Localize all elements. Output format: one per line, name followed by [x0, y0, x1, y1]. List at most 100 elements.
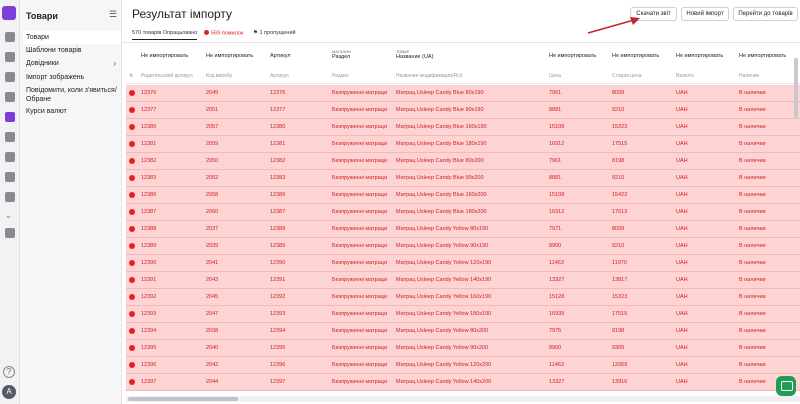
table-cell: Матрац Usleep Candy Yellow 160x190 — [396, 294, 492, 300]
sidebar-item-product-templates[interactable]: Шаблони товарів — [26, 46, 120, 55]
chevron-down-icon[interactable]: ⌄ — [5, 211, 12, 220]
column-header[interactable]: ТОВАР Название (UA) — [396, 49, 433, 60]
table-cell: 2039 — [206, 243, 219, 249]
tag-icon[interactable] — [5, 112, 15, 122]
table-cell: UAH — [676, 362, 688, 368]
table-cell: 13817 — [612, 277, 628, 283]
table-cell: Безпружинні матраци — [332, 311, 388, 317]
table-cell: 12394 — [141, 328, 157, 334]
help-icon[interactable]: ? — [3, 366, 15, 378]
logo-icon[interactable] — [2, 6, 16, 20]
table-row[interactable]: 12386 2058 12386 Безпружинні матраци Матрац … — [126, 187, 800, 204]
table-row[interactable]: 12389 2039 12389 Безпружинні матраци Матрац … — [126, 238, 800, 255]
table-cell: 7975 — [549, 328, 562, 334]
table-cell: 12388 — [141, 226, 157, 232]
table-cell: 2051 — [206, 107, 219, 113]
chat-icon[interactable] — [776, 376, 796, 396]
column-header[interactable]: Не импортировать — [739, 53, 786, 59]
scroll-thumb[interactable] — [128, 397, 238, 401]
table-cell: Безпружинні матраци — [332, 294, 388, 300]
table-row[interactable]: 12380 2057 12380 Безпружинні матраци Матрац … — [126, 119, 800, 136]
table-cell: 15323 — [612, 294, 628, 300]
table-row[interactable]: 12393 2047 12393 Безпружинні матраци Матрац … — [126, 306, 800, 323]
sidebar-item-currency-rates[interactable]: Курси валют — [26, 107, 120, 116]
store-icon[interactable] — [5, 192, 15, 202]
table-cell: Матрац Usleep Candy Blue 90x200 — [396, 175, 484, 181]
sidebar-item-image-import[interactable]: Імпорт зображень — [26, 73, 120, 82]
menu-icon[interactable]: ☰ — [109, 9, 117, 20]
table-row[interactable]: 12391 2043 12391 Безпружинні матраци Матрац … — [126, 272, 800, 289]
table-row[interactable]: 12390 2041 12390 Безпружинні матраци Матрац … — [126, 255, 800, 272]
vertical-scrollbar[interactable] — [794, 58, 798, 118]
sidebar-item-notify-favorites[interactable]: Повідомити, коли з'явиться/ Обране — [26, 86, 120, 104]
table-cell: 12387 — [270, 209, 286, 215]
table-row[interactable]: 12396 2042 12396 Безпружинні матраци Матрац … — [126, 357, 800, 374]
table-cell: 12386 — [270, 192, 286, 198]
table-cell: В наличии — [739, 362, 766, 368]
sidebar-item-products[interactable]: Товари — [23, 31, 121, 44]
sidebar-item-directories[interactable]: Довідники › — [26, 59, 120, 68]
table-row[interactable]: 12392 2045 12392 Безпружинні матраци Матрац … — [126, 289, 800, 306]
go-to-products-button[interactable]: Перейти до товарів — [733, 7, 798, 21]
table-row[interactable]: 12388 2037 12388 Безпружинні матраци Матрац … — [126, 221, 800, 238]
table-cell: В наличии — [739, 90, 766, 96]
catalog-icon[interactable] — [5, 72, 15, 82]
table-row[interactable]: 12377 2051 12377 Безпружинні матраци Матрац … — [126, 102, 800, 119]
table-cell: UAH — [676, 328, 688, 334]
tab-processed[interactable]: 570 товарів Опрацьовано — [132, 30, 198, 40]
table-cell: 7961 — [549, 90, 562, 96]
error-icon — [129, 107, 135, 113]
table-cell: 2040 — [206, 345, 219, 351]
table-cell: 2060 — [206, 209, 219, 215]
table-cell: 11970 — [612, 260, 627, 266]
column-header[interactable]: Артикул — [270, 53, 291, 59]
table-cell: Матрац Usleep Candy Yellow 140x190 — [396, 277, 492, 283]
sort-icon[interactable]: ⇅ — [129, 73, 133, 79]
table-row[interactable]: 12395 2040 12395 Безпружинні матраци Матрац … — [126, 340, 800, 357]
table-cell: 12376 — [141, 90, 157, 96]
new-import-button[interactable]: Новий імпорт — [681, 7, 729, 21]
table-cell: 2050 — [206, 158, 219, 164]
home-icon[interactable] — [5, 32, 15, 42]
column-header[interactable]: Не импортировать — [612, 53, 659, 59]
import-result-table: Не импортировать Не импортировать Артикул М… — [126, 44, 800, 396]
table-cell: Безпружинні матраци — [332, 226, 388, 232]
table-row[interactable]: 12382 2050 12382 Безпружинні матраци Матрац … — [126, 153, 800, 170]
column-header[interactable]: Не импортировать — [206, 53, 253, 59]
table-cell: 12395 — [270, 345, 286, 351]
table-row[interactable]: 12387 2060 12387 Безпружинні матраци Матрац … — [126, 204, 800, 221]
horizontal-scrollbar[interactable] — [126, 396, 800, 402]
table-cell: 2059 — [206, 141, 219, 147]
cart-icon[interactable] — [5, 52, 15, 62]
tab-errors[interactable]: 569 помилок — [204, 30, 243, 37]
table-cell: 12388 — [270, 226, 286, 232]
avatar[interactable]: A — [2, 385, 16, 399]
table-cell: 12386 — [141, 192, 157, 198]
user-icon[interactable] — [5, 92, 15, 102]
tab-skipped[interactable]: ⚑ 1 пропущений — [253, 30, 296, 36]
chevron-right-icon: › — [113, 59, 116, 68]
table-cell: 2043 — [206, 277, 219, 283]
percent-icon[interactable] — [5, 152, 15, 162]
table-cell: UAH — [676, 311, 688, 317]
table-cell: Матрац Usleep Candy Yellow 120x200 — [396, 362, 492, 368]
column-header[interactable]: Не импортировать — [676, 53, 723, 59]
column-header[interactable]: МАГАЗИН Раздел — [332, 49, 351, 60]
table-row[interactable]: 12376 2049 12376 Безпружинні матраци Матрац … — [126, 85, 800, 102]
gear-icon[interactable] — [5, 228, 15, 238]
table-row[interactable]: 12397 2044 12397 Безпружинні матраци Матрац … — [126, 374, 800, 391]
column-header[interactable]: Не импортировать — [549, 53, 596, 59]
table-row[interactable]: 12383 2052 12383 Безпружинні матраци Матрац … — [126, 170, 800, 187]
error-icon — [129, 226, 135, 232]
sidebar-item-label: Довідники — [26, 60, 59, 67]
table-row[interactable]: 12381 2059 12381 Безпружинні матраци Матрац … — [126, 136, 800, 153]
table-cell: Матрац Usleep Candy Blue 80x200 — [396, 158, 484, 164]
table-cell: 9210 — [612, 243, 625, 249]
table-cell: 12381 — [270, 141, 286, 147]
column-header[interactable]: Не импортировать — [141, 53, 188, 59]
megaphone-icon[interactable] — [5, 172, 15, 182]
table-cell: Безпружинні матраци — [332, 107, 388, 113]
table-row[interactable]: 12394 2038 12394 Безпружинні матраци Матрац … — [126, 323, 800, 340]
table-cell: 8900 — [549, 243, 562, 249]
chart-icon[interactable] — [5, 132, 15, 142]
